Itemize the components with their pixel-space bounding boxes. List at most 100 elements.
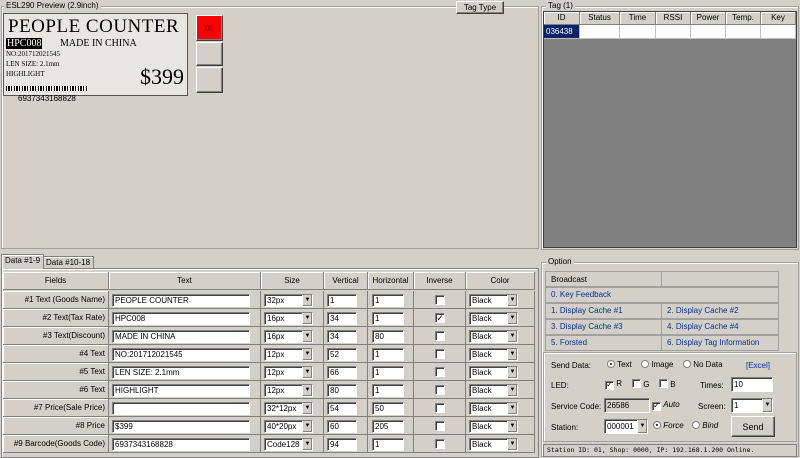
size-select[interactable]: Code128 ▼ [264,438,313,451]
inverse-checkbox[interactable] [435,367,445,377]
red-action-button[interactable]: 00 [196,15,223,41]
color-select[interactable]: Black ▼ [469,348,518,361]
tag-col-rssi[interactable]: RSSI [656,12,691,25]
color-select[interactable]: Black ▼ [469,330,518,343]
tag-col-status[interactable]: Status [580,12,620,25]
force-radio[interactable]: Force [653,421,684,430]
text-input[interactable] [112,402,250,415]
preview-button-3[interactable] [196,67,223,93]
vertical-input[interactable]: 52 [327,348,357,361]
send-text-radio[interactable]: Text [607,360,632,369]
horizontal-input[interactable]: 1 [372,384,404,397]
vertical-input[interactable]: 34 [327,330,357,343]
text-input[interactable]: LEN SIZE: 2.1mm [112,366,250,379]
text-input[interactable]: $399 [112,420,250,433]
led-b-checkbox[interactable]: B [659,379,676,389]
color-select[interactable]: Black ▼ [469,384,518,397]
chevron-down-icon[interactable]: ▼ [302,331,312,342]
chevron-down-icon[interactable]: ▼ [507,439,517,450]
text-input[interactable]: PEOPLE COUNTER [112,294,250,307]
send-button[interactable]: Send [731,416,775,437]
times-input[interactable]: 10 [731,377,773,392]
inverse-checkbox[interactable] [435,403,445,413]
color-select[interactable]: Black ▼ [469,312,518,325]
option-key-feedback[interactable]: 0. Key Feedback [545,287,779,303]
tag-col-power[interactable]: Power [691,12,726,25]
send-image-radio[interactable]: Image [641,360,673,369]
text-input[interactable]: NO:201712021545 [112,348,250,361]
preview-button-2[interactable] [196,42,223,66]
horizontal-input[interactable]: 80 [372,330,404,343]
text-input[interactable]: MADE IN CHINA [112,330,250,343]
color-select[interactable]: Black ▼ [469,402,518,415]
inverse-checkbox[interactable] [435,331,445,341]
size-select[interactable]: 16px ▼ [264,330,313,343]
bind-radio[interactable]: Bind [692,421,718,430]
inverse-checkbox[interactable] [435,295,445,305]
vertical-input[interactable]: 94 [327,438,357,451]
size-select[interactable]: 16px ▼ [264,312,313,325]
color-select[interactable]: Black ▼ [469,294,518,307]
tab-data-1-9[interactable]: Data #1-9 [1,254,45,269]
tag-col-key[interactable]: Key [761,12,796,25]
auto-checkbox[interactable]: ✓ Auto [652,400,680,411]
chevron-down-icon[interactable]: ▼ [302,421,312,432]
chevron-down-icon[interactable]: ▼ [302,295,312,306]
inverse-checkbox[interactable] [435,439,445,449]
text-input[interactable]: HIGHLIGHT [112,384,250,397]
excel-link[interactable]: [Excel] [746,361,770,370]
text-input[interactable]: HPC008 [112,312,250,325]
chevron-down-icon[interactable]: ▼ [507,367,517,378]
inverse-checkbox[interactable]: ✓ [435,313,445,323]
inverse-checkbox[interactable] [435,385,445,395]
send-nodata-radio[interactable]: No Data [683,360,723,369]
chevron-down-icon[interactable]: ▼ [302,439,312,450]
led-r-checkbox[interactable]: ✓ R [605,379,622,390]
option-display-cache-3[interactable]: 3. Display Cache #3 [545,319,662,335]
chevron-down-icon[interactable]: ▼ [302,367,312,378]
chevron-down-icon[interactable]: ▼ [302,403,312,414]
chevron-down-icon[interactable]: ▼ [507,331,517,342]
vertical-input[interactable]: 66 [327,366,357,379]
color-select[interactable]: Black ▼ [469,420,518,433]
tag-row[interactable]: 036438 [544,25,796,39]
horizontal-input[interactable]: 1 [372,366,404,379]
chevron-down-icon[interactable]: ▼ [637,420,647,433]
chevron-down-icon[interactable]: ▼ [507,295,517,306]
horizontal-input[interactable]: 1 [372,312,404,325]
vertical-input[interactable]: 1 [327,294,357,307]
chevron-down-icon[interactable]: ▼ [302,313,312,324]
tag-list[interactable]: ID Status Time RSSI Power Temp. Key 0364… [543,11,797,248]
chevron-down-icon[interactable]: ▼ [507,403,517,414]
color-select[interactable]: Black ▼ [469,438,518,451]
option-display-cache-2[interactable]: 2. Display Cache #2 [661,303,779,319]
chevron-down-icon[interactable]: ▼ [302,349,312,360]
chevron-down-icon[interactable]: ▼ [507,349,517,360]
horizontal-input[interactable]: 205 [372,420,404,433]
color-select[interactable]: Black ▼ [469,366,518,379]
option-display-cache-1[interactable]: 1. Display Cache #1 [545,303,662,319]
service-code-input[interactable]: 26586 [604,398,650,413]
tag-cell-id[interactable]: 036438 [544,25,580,39]
chevron-down-icon[interactable]: ▼ [762,399,772,412]
tag-col-time[interactable]: Time [620,12,656,25]
horizontal-input[interactable]: 1 [372,348,404,361]
chevron-down-icon[interactable]: ▼ [507,385,517,396]
option-display-cache-4[interactable]: 4. Display Cache #4 [661,319,779,335]
option-forsted[interactable]: 5. Forsted [545,335,662,351]
vertical-input[interactable]: 54 [327,402,357,415]
text-input[interactable]: 6937343168828 [112,438,250,451]
size-select[interactable]: 12px ▼ [264,348,313,361]
inverse-checkbox[interactable] [435,349,445,359]
tag-col-id[interactable]: ID [544,12,580,25]
horizontal-input[interactable]: 1 [372,438,404,451]
size-select[interactable]: 32px ▼ [264,294,313,307]
screen-select[interactable]: 1 ▼ [731,398,773,413]
size-select[interactable]: 12px ▼ [264,384,313,397]
chevron-down-icon[interactable]: ▼ [302,385,312,396]
option-display-tag-info[interactable]: 6. Display Tag Information [661,335,779,351]
horizontal-input[interactable]: 50 [372,402,404,415]
inverse-checkbox[interactable] [435,421,445,431]
vertical-input[interactable]: 34 [327,312,357,325]
tag-type-button[interactable]: Tag Type [456,1,504,14]
